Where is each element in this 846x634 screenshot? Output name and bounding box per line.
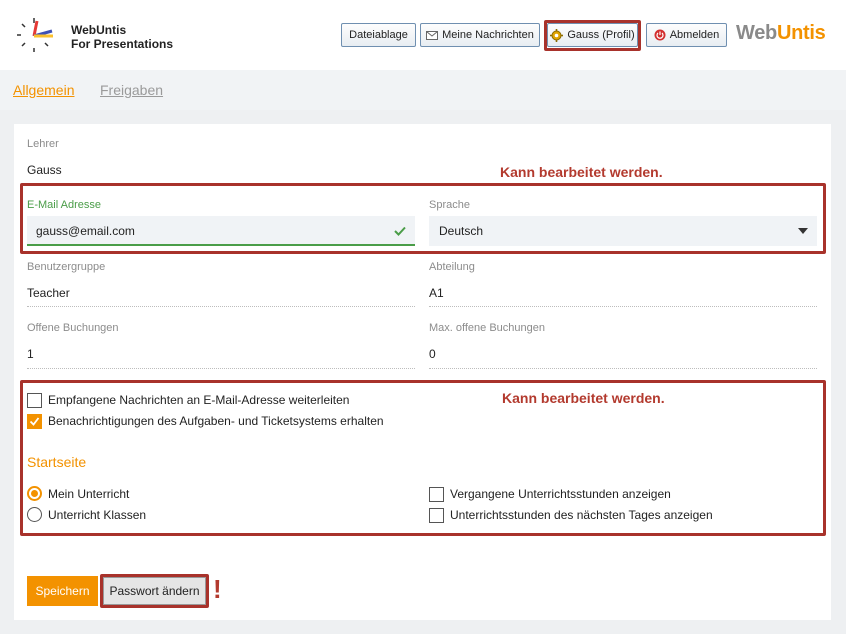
open-bookings-value: 1 [27, 347, 34, 361]
exclamation-mark: ! [213, 574, 222, 604]
ticket-notifications-checkbox[interactable] [27, 414, 42, 429]
my-lessons-label: Mein Unterricht [48, 487, 130, 501]
startpage-title: Startseite [27, 454, 87, 470]
forward-messages-label: Empfangene Nachrichten an E-Mail-Adresse… [48, 393, 350, 407]
power-icon [654, 29, 666, 41]
ticket-notifications-label: Benachrichtigungen des Aufgaben- und Tic… [48, 414, 384, 428]
messages-button-label: Meine Nachrichten [442, 29, 534, 41]
app-name-line2: For Presentations [71, 37, 174, 51]
language-select[interactable]: Deutsch [429, 216, 817, 246]
files-button[interactable]: Dateiablage [341, 23, 416, 47]
tab-shares[interactable]: Freigaben [100, 82, 163, 98]
editable-note-1: Kann bearbeitet werden. [500, 164, 663, 180]
envelope-icon [426, 30, 439, 40]
change-password-button[interactable]: Passwort ändern [103, 577, 206, 605]
profile-button-label: Gauss (Profil) [567, 29, 635, 41]
logout-button[interactable]: Abmelden [646, 23, 727, 47]
show-next-day-label: Unterrichtsstunden des nächsten Tages an… [450, 508, 713, 522]
language-label: Sprache [429, 199, 470, 211]
department-value: A1 [429, 286, 444, 300]
email-field[interactable]: gauss@email.com [27, 216, 415, 246]
email-label: E-Mail Adresse [27, 199, 101, 211]
email-value: gauss@email.com [36, 224, 135, 238]
profile-button[interactable]: Gauss (Profil) [547, 23, 638, 47]
department-underline [429, 306, 817, 307]
language-value: Deutsch [439, 224, 484, 238]
files-button-label: Dateiablage [349, 29, 408, 41]
save-button-label: Speichern [35, 584, 90, 598]
usergroup-value: Teacher [27, 286, 70, 300]
usergroup-label: Benutzergruppe [27, 261, 106, 273]
chevron-down-icon [798, 228, 808, 234]
gear-icon [550, 28, 564, 42]
brand-part1: Web [736, 22, 777, 44]
class-lessons-label: Unterricht Klassen [48, 508, 147, 522]
save-button[interactable]: Speichern [27, 576, 98, 606]
show-past-checkbox[interactable] [429, 487, 444, 502]
change-password-label: Passwort ändern [109, 584, 200, 598]
brand-part2: Untis [776, 22, 826, 44]
webuntis-brand-logo: WebUntis [736, 22, 826, 45]
tab-general[interactable]: Allgemein [13, 82, 74, 98]
show-past-label: Vergangene Unterrichtsstunden anzeigen [450, 487, 671, 501]
my-lessons-radio[interactable] [27, 486, 42, 501]
messages-button[interactable]: Meine Nachrichten [420, 23, 540, 47]
max-open-bookings-underline [429, 368, 817, 369]
open-bookings-underline [27, 368, 415, 369]
show-next-day-checkbox[interactable] [429, 508, 444, 523]
webuntis-logo-icon [17, 18, 53, 52]
forward-messages-checkbox[interactable] [27, 393, 42, 408]
check-icon [394, 226, 406, 236]
teacher-value: Gauss [27, 163, 62, 177]
app-name-line1: WebUntis [71, 23, 127, 37]
header: WebUntis For Presentations Dateiablage M… [0, 0, 846, 70]
class-lessons-radio[interactable] [27, 507, 42, 522]
logout-button-label: Abmelden [669, 29, 720, 41]
usergroup-underline [27, 306, 415, 307]
editable-note-2: Kann bearbeitet werden. [502, 390, 665, 406]
teacher-label: Lehrer [27, 138, 59, 150]
checkmark-icon [29, 417, 40, 426]
open-bookings-label: Offene Buchungen [27, 322, 119, 334]
max-open-bookings-value: 0 [429, 347, 436, 361]
app-name: WebUntis For Presentations [71, 23, 173, 51]
max-open-bookings-label: Max. offene Buchungen [429, 322, 545, 334]
tab-bar: Allgemein Freigaben [0, 70, 846, 110]
department-label: Abteilung [429, 261, 475, 273]
